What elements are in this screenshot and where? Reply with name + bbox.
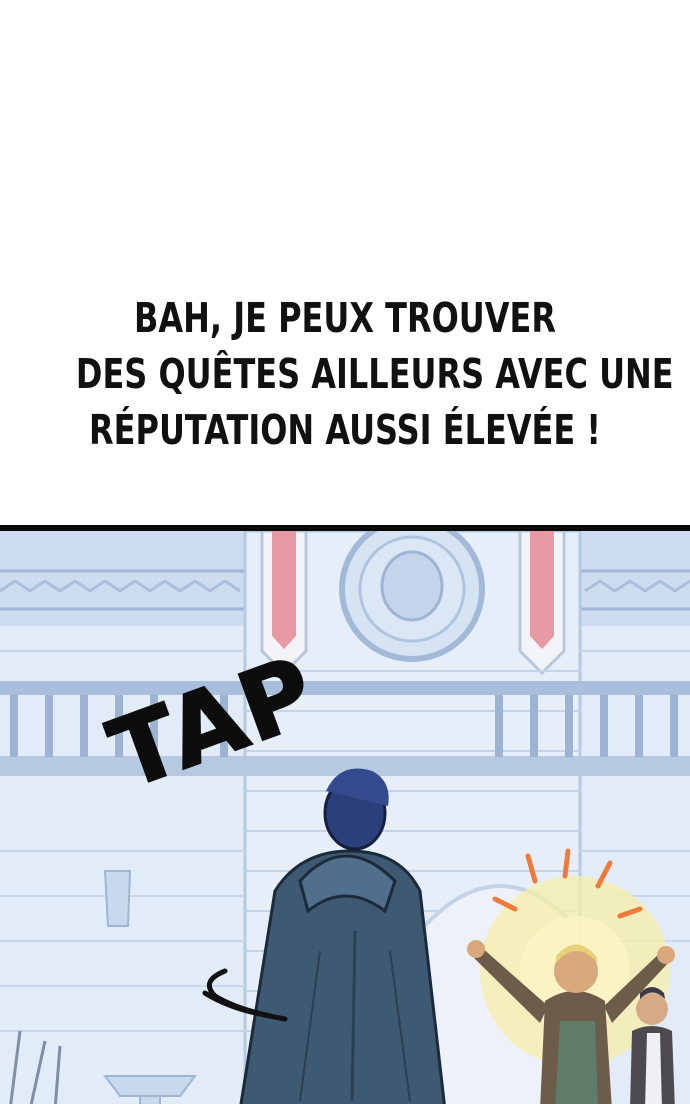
caption-area: BAH, JE PEUX TROUVER DES QUÊTES AILLEURS… xyxy=(0,0,690,525)
caption-line-3: RÉPUTATION AUSSI ÉLEVÉE ! xyxy=(89,406,601,454)
caption-line-2: DES QUÊTES AILLEURS AVEC UNE xyxy=(75,350,674,398)
speech-caption: BAH, JE PEUX TROUVER DES QUÊTES AILLEURS… xyxy=(75,290,674,458)
caption-line-1: BAH, JE PEUX TROUVER xyxy=(134,294,556,342)
panel-artwork xyxy=(0,531,690,1104)
comic-panel: TAP xyxy=(0,525,690,1104)
